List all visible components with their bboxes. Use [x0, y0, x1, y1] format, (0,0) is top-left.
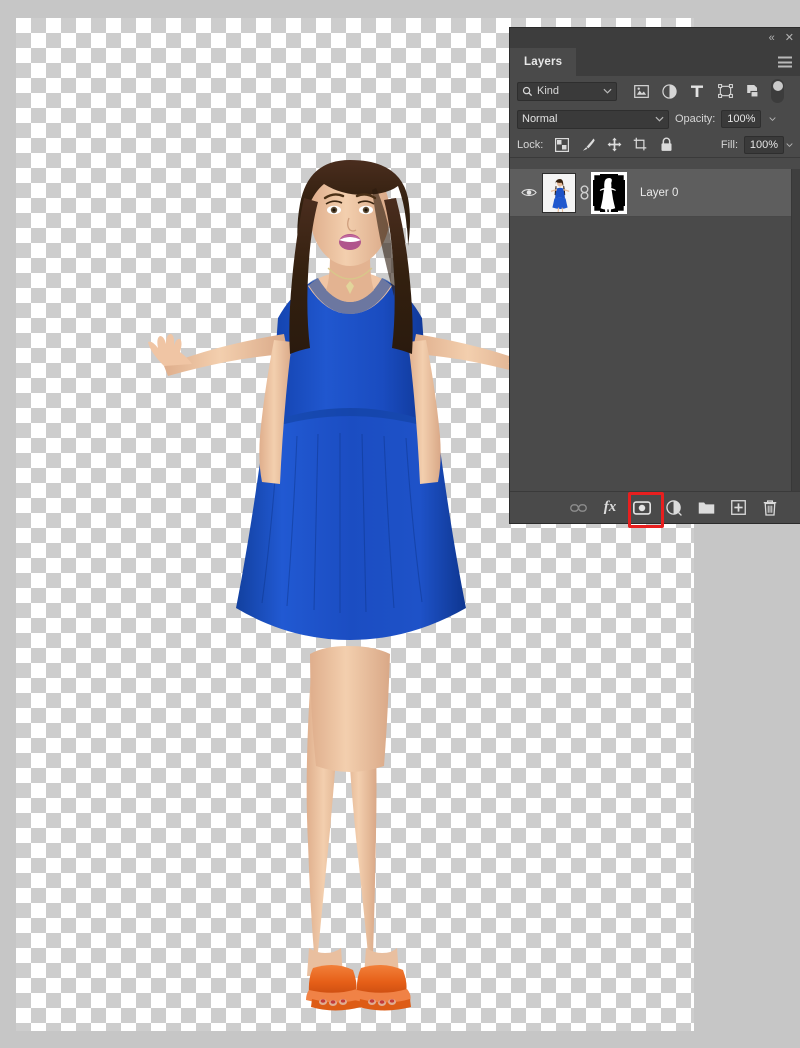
type-layers-filter-icon[interactable]	[683, 79, 711, 103]
new-layer-button[interactable]	[722, 493, 754, 523]
new-layer-plus-icon	[730, 500, 746, 515]
adjustment-layer-icon	[666, 499, 682, 516]
opacity-input[interactable]: 100%	[721, 110, 762, 128]
opacity-value: 100%	[727, 113, 756, 125]
filter-icon-group	[627, 79, 784, 103]
panel-topbar: « ✕	[510, 28, 800, 48]
lock-label: Lock:	[517, 138, 544, 151]
tab-layers[interactable]: Layers	[510, 48, 577, 76]
layer-name[interactable]: Layer 0	[640, 187, 678, 199]
link-layers-button[interactable]	[562, 493, 594, 523]
eye-icon	[521, 189, 537, 196]
chevron-down-icon[interactable]	[603, 88, 612, 94]
collapse-panel-icon[interactable]: «	[769, 32, 775, 44]
layer-thumbnail[interactable]	[542, 172, 576, 213]
add-layer-mask-button[interactable]	[626, 491, 664, 528]
filter-kind-select[interactable]: Kind	[517, 81, 617, 101]
mask-link-icon[interactable]	[576, 185, 592, 200]
opacity-label: Opacity:	[675, 113, 716, 125]
lock-row: Lock: Fill: 100%	[510, 132, 800, 158]
folder-icon	[698, 502, 714, 514]
lock-image-pixels-icon[interactable]	[575, 134, 601, 156]
layer-thumbnails[interactable]	[542, 171, 627, 214]
shape-layers-filter-icon[interactable]	[711, 79, 739, 103]
layer-style-fx-button[interactable]: fx	[594, 493, 626, 523]
link-icon	[569, 503, 587, 512]
layer-visibility-toggle[interactable]	[516, 187, 542, 198]
fill-label: Fill:	[720, 138, 738, 151]
delete-layer-button[interactable]	[754, 493, 786, 523]
tab-layers-label: Layers	[524, 56, 563, 68]
layer-list-scrollbar[interactable]	[791, 169, 800, 491]
filter-enable-toggle[interactable]	[771, 79, 784, 103]
new-group-button[interactable]	[690, 493, 722, 523]
lock-transparent-pixels-icon[interactable]	[549, 134, 575, 156]
panel-menu-icon[interactable]	[778, 56, 792, 68]
search-icon	[522, 86, 533, 96]
blend-mode-select[interactable]: Normal	[517, 109, 669, 129]
fill-input[interactable]: 100%	[744, 135, 784, 154]
pixel-layers-filter-icon[interactable]	[627, 79, 655, 103]
layers-panel[interactable]: « ✕ Layers Kind Normal Opacity: 100% Loc…	[510, 28, 800, 528]
lock-position-icon[interactable]	[601, 134, 627, 156]
smart-object-filter-icon[interactable]	[739, 79, 767, 103]
new-adjustment-layer-button[interactable]	[658, 493, 690, 523]
opacity-chevron-down-icon[interactable]	[767, 116, 776, 122]
trash-icon	[763, 499, 777, 516]
panel-tab-row: Layers	[510, 48, 800, 76]
fx-label: fx	[603, 499, 617, 515]
table-row[interactable]: Layer 0	[510, 169, 800, 217]
layer-mask-thumbnail[interactable]	[591, 171, 627, 214]
lock-all-icon[interactable]	[653, 134, 679, 156]
close-icon[interactable]: ✕	[785, 32, 794, 44]
fill-value: 100%	[749, 138, 779, 151]
filter-kind-value: Kind	[537, 85, 560, 97]
blend-mode-value: Normal	[522, 113, 558, 125]
blend-mode-row: Normal Opacity: 100%	[510, 106, 800, 132]
layer-filter-row: Kind	[510, 76, 800, 106]
adjustment-layers-filter-icon[interactable]	[655, 79, 683, 103]
layer-list[interactable]: Layer 0	[510, 169, 800, 491]
fill-chevron-down-icon[interactable]	[784, 142, 793, 148]
add-layer-mask-icon	[633, 500, 651, 515]
lock-artboard-nesting-icon[interactable]	[627, 134, 653, 156]
layers-panel-bottom-toolbar: fx	[510, 491, 800, 528]
chevron-down-icon[interactable]	[655, 116, 664, 122]
